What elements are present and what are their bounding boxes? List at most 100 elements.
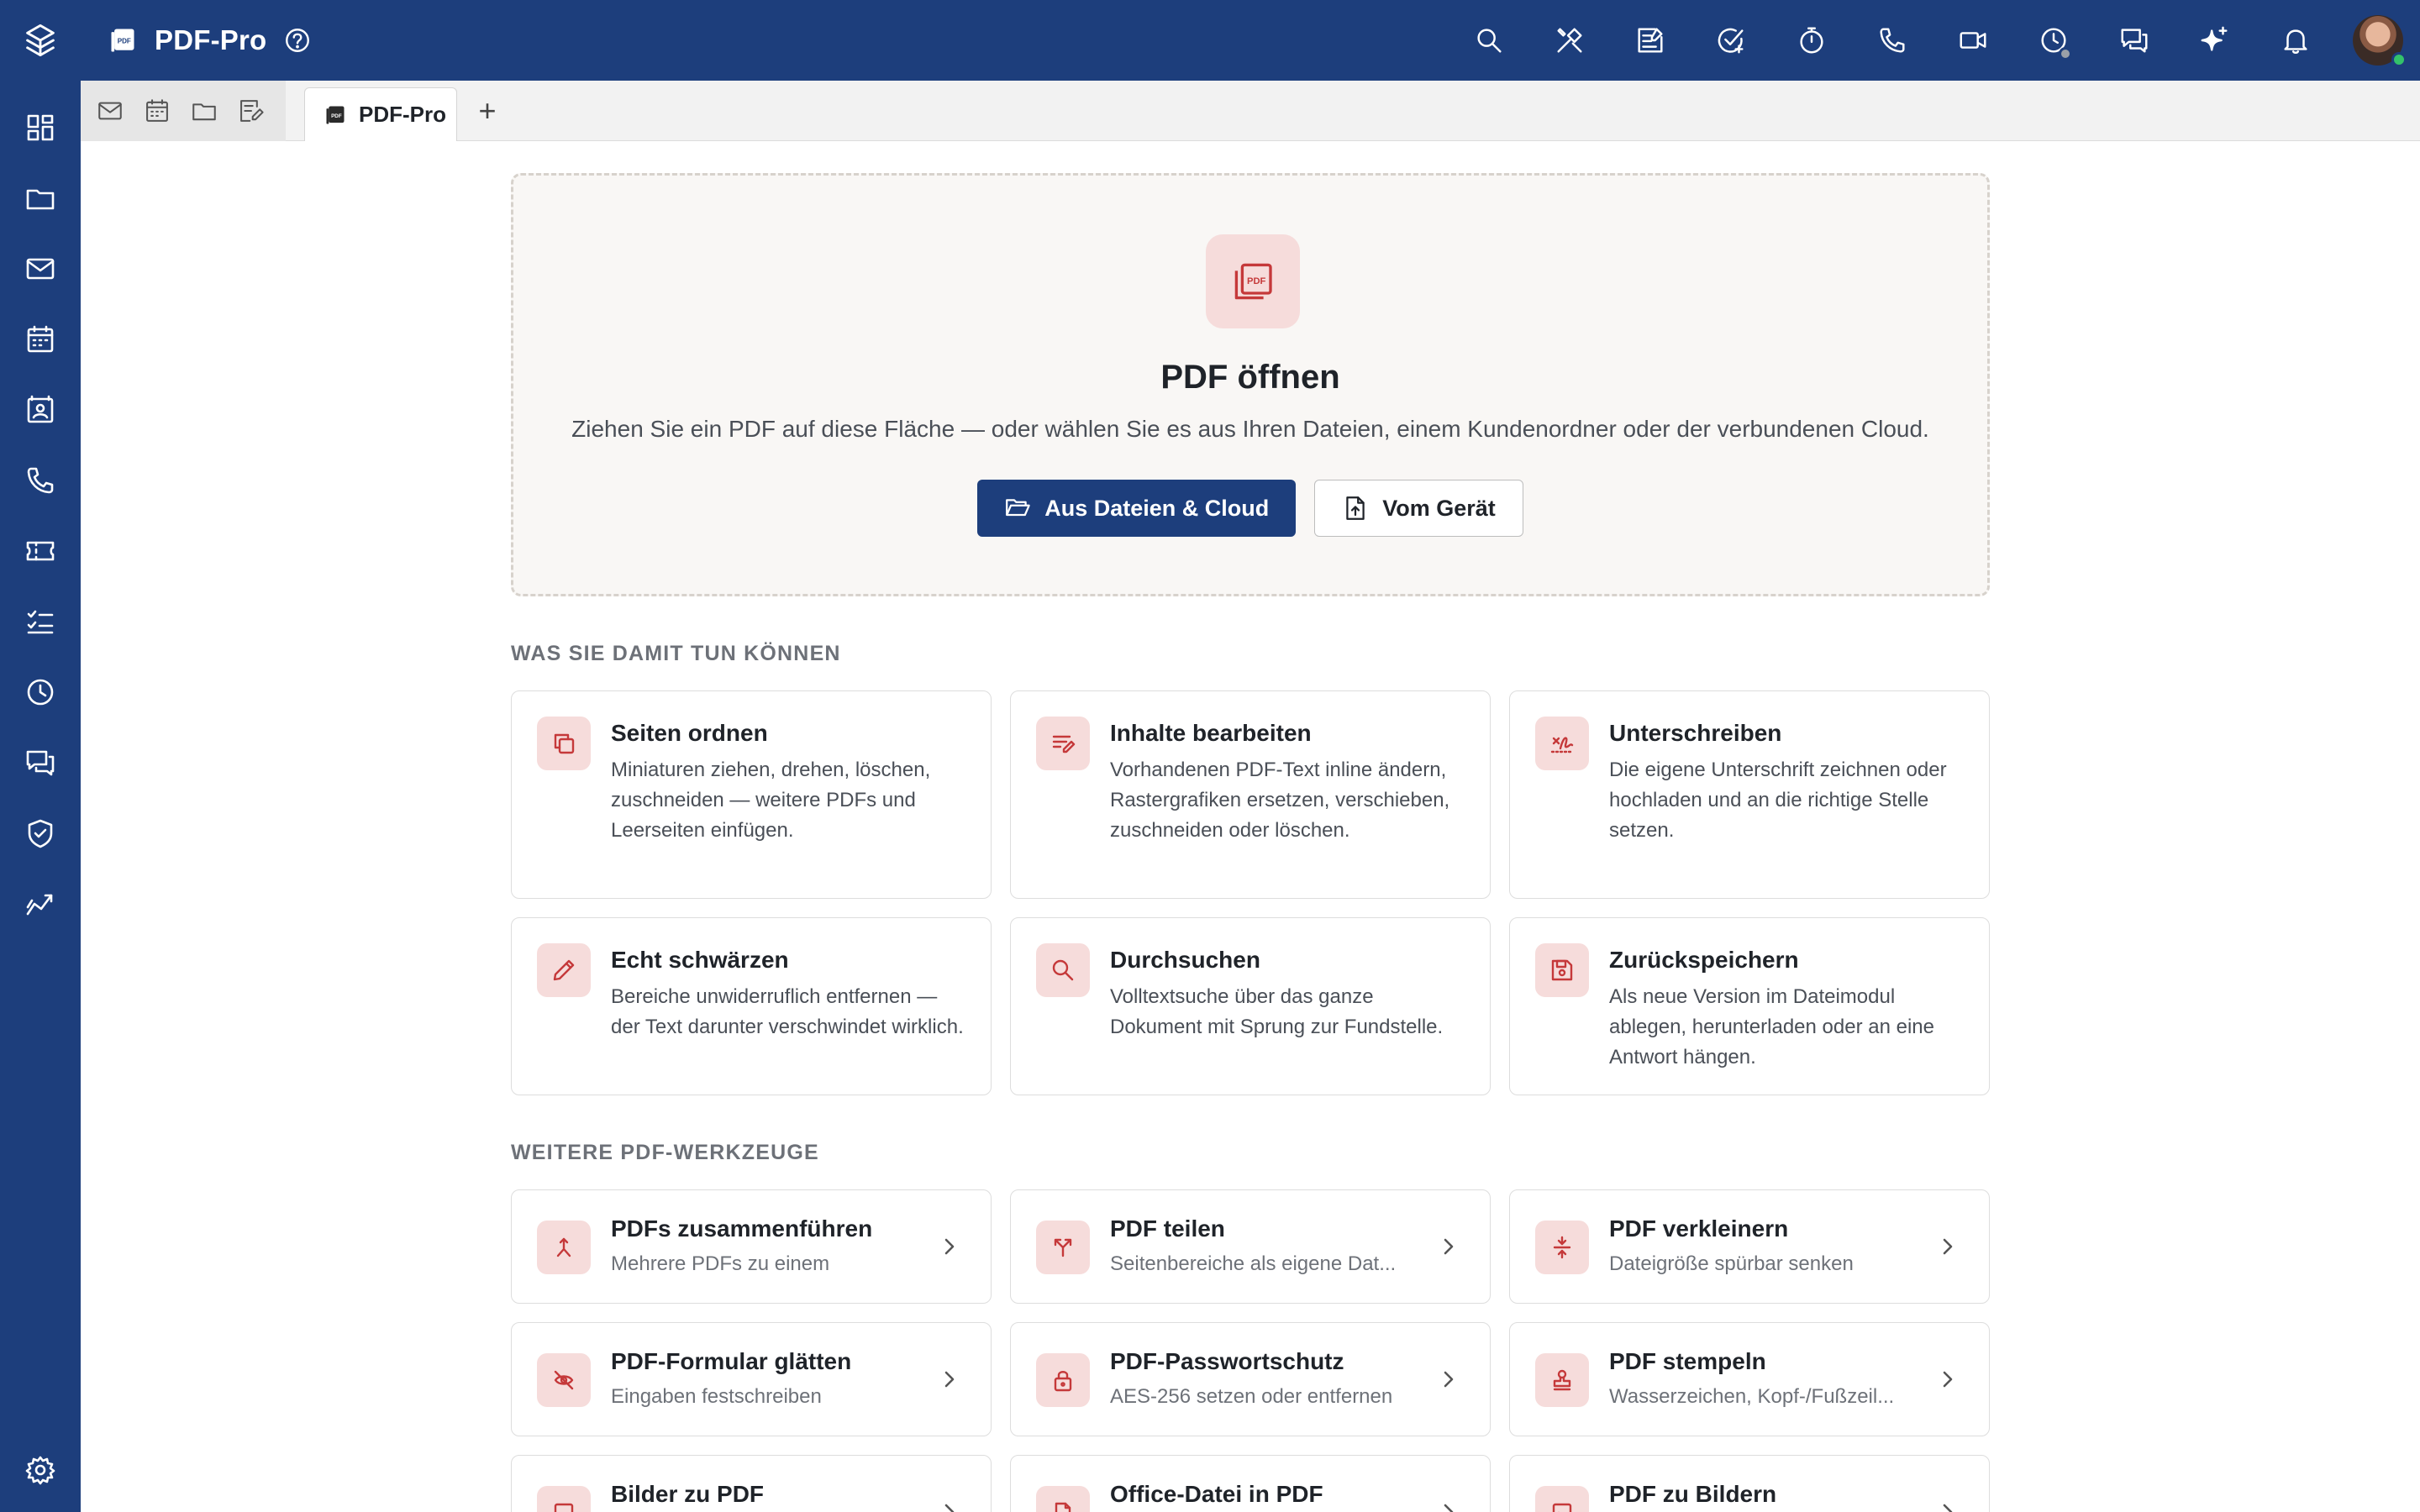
upload-from-device-button[interactable]: Vom Gerät: [1314, 480, 1523, 537]
merge-icon: [537, 1221, 591, 1274]
video-button[interactable]: [1933, 0, 2013, 81]
tool-card-images-to-pdf[interactable]: Bilder zu PDF: [511, 1455, 992, 1512]
online-status-dot: [2391, 52, 2407, 67]
rail-contacts[interactable]: [0, 375, 81, 445]
tab-label: PDF-Pro: [359, 102, 446, 127]
lock-icon: [1036, 1353, 1090, 1407]
app-logo-icon[interactable]: [18, 18, 62, 62]
tools-button[interactable]: [1529, 0, 1610, 81]
open-from-files-button[interactable]: Aus Dateien & Cloud: [977, 480, 1297, 537]
calendar-icon[interactable]: [143, 97, 171, 125]
pdf-drop-zone[interactable]: PDF PDF öffnen Ziehen Sie ein PDF auf di…: [511, 173, 1990, 596]
feature-description: Bereiche unwiderruflich entfernen — der …: [611, 985, 964, 1038]
tab-pdf-pro[interactable]: PDF PDF-Pro: [304, 87, 457, 141]
pen-icon: [537, 943, 591, 997]
tool-card-compress[interactable]: PDF verkleinern Dateigröße spürbar senke…: [1509, 1189, 1990, 1304]
chevron-right-icon: [939, 1499, 960, 1512]
quick-access: [81, 81, 286, 141]
chevron-right-icon: [1937, 1499, 1959, 1512]
pages-icon: [537, 717, 591, 770]
new-tab-button[interactable]: +: [469, 92, 506, 129]
features-heading: WAS SIE DAMIT TUN KÖNNEN: [511, 642, 841, 665]
tool-title: PDF-Formular glätten: [611, 1348, 852, 1374]
mail-icon[interactable]: [96, 97, 124, 125]
rail-tickets[interactable]: [0, 516, 81, 586]
tools-heading: WEITERE PDF-WERKZEUGE: [511, 1141, 819, 1164]
app-title-group: PDF PDF-Pro: [108, 0, 312, 81]
notifications-button[interactable]: [2255, 0, 2336, 81]
phone-icon: [1880, 28, 1905, 53]
task-add-button[interactable]: [1691, 0, 1771, 81]
chevron-right-icon: [939, 1367, 960, 1392]
rail-tasks[interactable]: [0, 586, 81, 657]
tool-card-office-to-pdf[interactable]: Office-Datei in PDF: [1010, 1455, 1491, 1512]
timer-button[interactable]: [1771, 0, 1852, 81]
user-avatar[interactable]: [2353, 15, 2407, 67]
rail-chat[interactable]: [0, 727, 81, 798]
notes-button[interactable]: [1610, 0, 1691, 81]
pdf-stack-icon: PDF: [1234, 263, 1272, 300]
settings-icon: [25, 1456, 55, 1485]
chevron-right-icon: [1438, 1367, 1460, 1392]
tool-card-pdf-to-images[interactable]: PDF zu Bildern: [1509, 1455, 1990, 1512]
tool-card-merge[interactable]: PDFs zusammenführen Mehrere PDFs zu eine…: [511, 1189, 992, 1304]
chat-icon: [2121, 29, 2148, 53]
time-tracking-button[interactable]: [2013, 0, 2094, 81]
stamp-icon: [1535, 1353, 1589, 1407]
chevron-right-icon: [1438, 1234, 1460, 1259]
help-icon[interactable]: [283, 26, 312, 55]
feature-description: Volltextsuche über das ganze Dokument mi…: [1110, 985, 1444, 1038]
open-buttons: Aus Dateien & Cloud Vom Gerät: [513, 480, 1987, 537]
folder-icon[interactable]: [190, 97, 218, 125]
save-icon: [1535, 943, 1589, 997]
rail-phone[interactable]: [0, 445, 81, 516]
folder-open-icon: [1006, 499, 1030, 517]
feature-description: Die eigene Unterschrift zeichnen oder ho…: [1609, 759, 1947, 842]
tool-title: PDFs zusammenführen: [611, 1215, 873, 1242]
rail-time[interactable]: [0, 657, 81, 727]
feature-title: Zurückspeichern: [1609, 947, 1799, 973]
rail-dashboard[interactable]: [0, 92, 81, 163]
split-icon: [1036, 1221, 1090, 1274]
ai-sparkle-icon: [2201, 26, 2228, 51]
feature-title: Echt schwärzen: [611, 947, 789, 973]
rail-analytics[interactable]: [0, 869, 81, 939]
calendar-icon: [27, 325, 54, 353]
office-file-icon: [1036, 1486, 1090, 1512]
search-icon: [1036, 943, 1090, 997]
rail-settings[interactable]: [0, 1435, 81, 1505]
feature-card-sign: Unterschreiben Die eigene Unterschrift z…: [1509, 690, 1990, 899]
tool-card-stamp[interactable]: PDF stempeln Wasserzeichen, Kopf-/Fußzei…: [1509, 1322, 1990, 1436]
tool-subtitle: Wasserzeichen, Kopf-/Fußzeil...: [1609, 1385, 1895, 1408]
ai-assistant-button[interactable]: [2175, 0, 2255, 81]
rail-files[interactable]: [0, 163, 81, 234]
phone-icon: [27, 467, 54, 494]
rail-security[interactable]: [0, 798, 81, 869]
tool-card-password[interactable]: PDF-Passwortschutz AES-256 setzen oder e…: [1010, 1322, 1491, 1436]
feature-card-edit: Inhalte bearbeiten Vorhandenen PDF-Text …: [1010, 690, 1491, 899]
timer-icon: [1800, 27, 1823, 54]
content-column: PDF PDF öffnen Ziehen Sie ein PDF auf di…: [511, 173, 1990, 1512]
rail-mail[interactable]: [0, 234, 81, 304]
analytics-icon: [26, 894, 53, 916]
chat-button[interactable]: [2094, 0, 2175, 81]
tool-title: Office-Datei in PDF: [1110, 1481, 1323, 1507]
tool-title: PDF-Passwortschutz: [1110, 1348, 1344, 1374]
feature-card-save: Zurückspeichern Als neue Version im Date…: [1509, 917, 1990, 1095]
dashboard-icon: [27, 114, 54, 141]
tool-title: PDF teilen: [1110, 1215, 1225, 1242]
tool-card-flatten[interactable]: PDF-Formular glätten Eingaben festschrei…: [511, 1322, 992, 1436]
open-from-files-label: Aus Dateien & Cloud: [1044, 495, 1270, 521]
app-window: PDF PDF-Pro PDF PDF-Pro + PDF PDF öffnen…: [0, 0, 2420, 1512]
tool-subtitle: Dateigröße spürbar senken: [1609, 1252, 1854, 1275]
tools-icon: [1557, 28, 1582, 53]
phone-button[interactable]: [1852, 0, 1933, 81]
ticket-icon: [26, 541, 55, 561]
drop-zone-title: PDF öffnen: [1160, 359, 1340, 396]
chevron-right-icon: [1438, 1499, 1460, 1512]
search-button[interactable]: [1449, 0, 1529, 81]
tool-card-split[interactable]: PDF teilen Seitenbereiche als eigene Dat…: [1010, 1189, 1491, 1304]
rail-calendar[interactable]: [0, 304, 81, 375]
edit-document-icon[interactable]: [237, 97, 266, 125]
chat-icon: [26, 750, 55, 776]
